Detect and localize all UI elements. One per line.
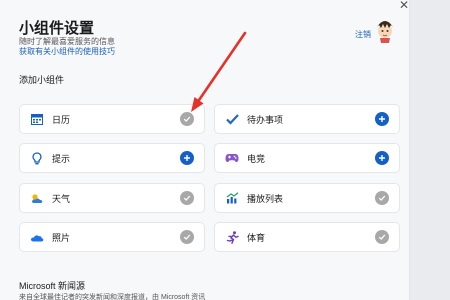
widget-card-tips[interactable]: 提示 bbox=[19, 143, 205, 173]
widget-label: 照片 bbox=[52, 232, 71, 243]
add-plus-icon[interactable] bbox=[375, 112, 389, 126]
news-source-title: Microsoft 新闻源 bbox=[19, 281, 86, 291]
widget-label: 播放列表 bbox=[247, 193, 284, 204]
avatar[interactable] bbox=[374, 17, 396, 43]
sports-runner-icon bbox=[225, 230, 239, 244]
widget-label: 天气 bbox=[52, 193, 71, 204]
widget-card-sports[interactable]: 体育 bbox=[214, 222, 400, 252]
added-check-icon[interactable] bbox=[180, 191, 194, 205]
widget-tips-link[interactable]: 获取有关小组件的使用技巧 bbox=[19, 46, 115, 57]
weather-icon bbox=[30, 191, 44, 205]
widget-label: 待办事项 bbox=[247, 114, 284, 125]
widget-label: 日历 bbox=[52, 114, 71, 125]
calendar-icon bbox=[30, 112, 44, 126]
news-source-description: 来自全球最佳记者的突发新闻和深度报道，由 Microsoft 资讯 bbox=[19, 294, 206, 300]
todo-check-icon bbox=[225, 112, 239, 126]
added-check-icon[interactable] bbox=[180, 112, 194, 126]
widget-label: 提示 bbox=[52, 153, 71, 164]
widget-card-playlist[interactable]: 播放列表 bbox=[214, 183, 400, 213]
added-check-icon[interactable] bbox=[180, 230, 194, 244]
page-title: 小组件设置 bbox=[19, 20, 95, 37]
add-plus-icon[interactable] bbox=[180, 151, 194, 165]
added-check-icon[interactable] bbox=[375, 230, 389, 244]
background-strip bbox=[410, 0, 450, 300]
widget-card-esports[interactable]: 电竞 bbox=[214, 143, 400, 173]
playlist-chart-icon bbox=[225, 191, 239, 205]
signout-link[interactable]: 注销 bbox=[355, 29, 371, 40]
widget-label: 体育 bbox=[247, 232, 266, 243]
widget-settings-panel: ✕ 小组件设置 随时了解最喜爱服务的信息 获取有关小组件的使用技巧 注销 添加小… bbox=[0, 0, 410, 300]
added-check-icon[interactable] bbox=[375, 191, 389, 205]
add-plus-icon[interactable] bbox=[375, 151, 389, 165]
widget-card-photos[interactable]: 照片 bbox=[19, 222, 205, 252]
add-widgets-heading: 添加小组件 bbox=[19, 75, 65, 85]
widget-label: 电竞 bbox=[247, 153, 266, 164]
tips-lightbulb-icon bbox=[30, 151, 44, 165]
gamepad-icon bbox=[225, 151, 239, 165]
widget-card-todo[interactable]: 待办事项 bbox=[214, 104, 400, 134]
cloud-photos-icon bbox=[30, 230, 44, 244]
widget-card-weather[interactable]: 天气 bbox=[19, 183, 205, 213]
widget-card-calendar[interactable]: 日历 bbox=[19, 104, 205, 134]
